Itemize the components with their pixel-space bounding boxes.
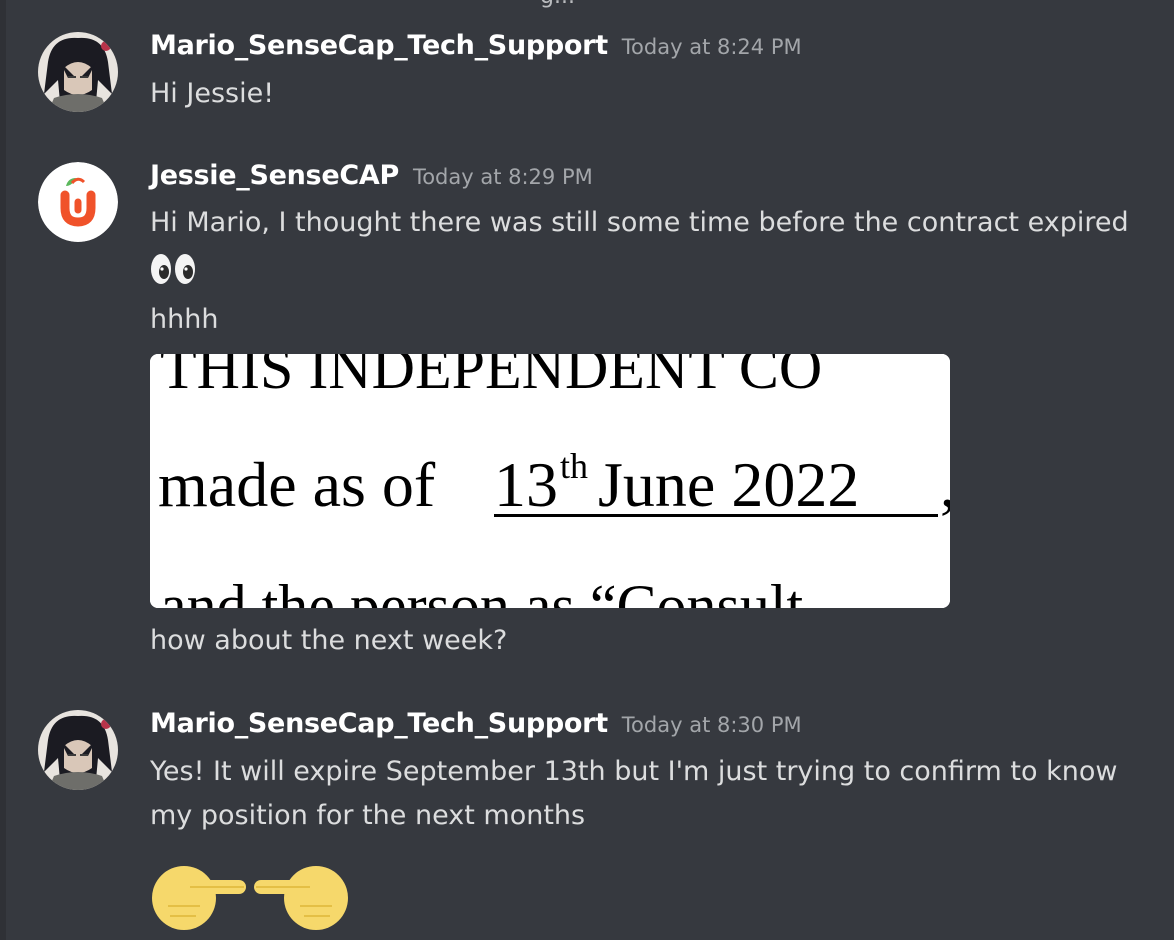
attachment-line-1: THIS INDEPENDENT CO [160, 354, 822, 401]
timestamp[interactable]: Today at 8:29 PM [413, 165, 593, 189]
username[interactable]: Mario_SenseCap_Tech_Support [150, 708, 608, 739]
attachment-line-3: and the person as “Consult [160, 573, 804, 608]
avatar-mario[interactable] [38, 32, 118, 112]
attachment-line-2-superscript: th [560, 446, 588, 486]
message-header: Jessie_SenseCAP Today at 8:29 PM [150, 160, 593, 191]
timestamp[interactable]: Today at 8:30 PM [622, 713, 802, 737]
message-text: hhhh [150, 304, 219, 335]
image-attachment[interactable]: THIS INDEPENDENT CO made as of 13 th Jun… [150, 354, 950, 608]
username[interactable]: Mario_SenseCap_Tech_Support [150, 30, 608, 61]
avatar-jessie[interactable] [38, 162, 118, 242]
attachment-line-2-day: 13 [494, 449, 558, 520]
channel-sidebar-edge [0, 0, 6, 940]
avatar-mario[interactable] [38, 710, 118, 790]
message-header: Mario_SenseCap_Tech_Support Today at 8:30… [150, 708, 802, 739]
timestamp[interactable]: Today at 8:24 PM [622, 35, 802, 59]
message-text: Yes! It will expire September 13th but I… [150, 756, 1118, 787]
message-text: how about the next week? [150, 625, 508, 656]
chat-message-list: g... Mario_SenseCap_Tech_Support Today at… [0, 0, 1174, 940]
message-text: Hi Mario, I thought there was still some… [150, 207, 1129, 238]
attachment-underline [494, 514, 938, 517]
message-header: Mario_SenseCap_Tech_Support Today at 8:24… [150, 30, 802, 61]
eyes-emoji[interactable] [150, 252, 196, 290]
username[interactable]: Jessie_SenseCAP [150, 160, 399, 191]
message-text: my position for the next months [150, 800, 586, 831]
previous-message-fragment: g... [540, 0, 575, 9]
pointing-fingers-emoji[interactable] [150, 854, 350, 934]
message-text: Hi Jessie! [150, 78, 275, 109]
attachment-line-2-prefix: made as of [158, 449, 436, 520]
attachment-line-2-date: June 2022 [598, 449, 859, 520]
attachment-line-2-tail: , [940, 449, 950, 520]
